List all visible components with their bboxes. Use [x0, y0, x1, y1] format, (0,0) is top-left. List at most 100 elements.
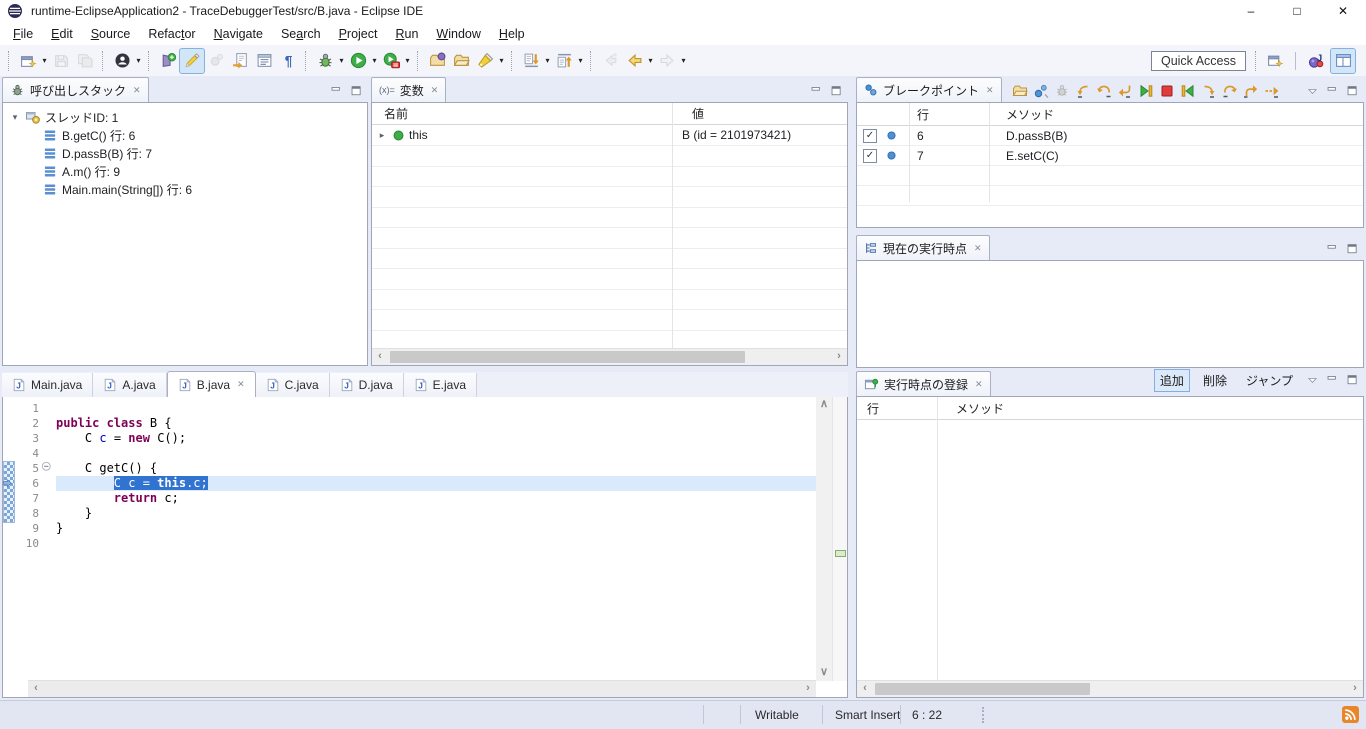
action-ジャンプ[interactable]: ジャンプ	[1240, 369, 1299, 392]
highlighter-button[interactable]	[180, 49, 204, 73]
minimize-view-button[interactable]	[1326, 85, 1339, 98]
horizontal-scrollbar[interactable]: ‹ ›	[857, 680, 1363, 697]
menu-item-search[interactable]: Search	[272, 24, 330, 44]
code-line[interactable]: 6 C c = this.c;	[3, 476, 816, 491]
close-icon[interactable]: ✕	[974, 243, 982, 254]
save-button[interactable]	[49, 49, 73, 73]
code-line[interactable]: 3 C c = new C();	[3, 431, 816, 446]
search-flashlight-button[interactable]	[473, 49, 497, 73]
step-into-button[interactable]	[1201, 83, 1217, 99]
menu-item-refactor[interactable]: Refactor	[139, 24, 204, 44]
breakpoint-checkbox[interactable]: ✓	[863, 149, 877, 163]
scroll-left-icon[interactable]: ‹	[28, 681, 44, 697]
tab-breakpoints[interactable]: ブレークポイント ✕	[856, 77, 1002, 102]
menu-item-navigate[interactable]: Navigate	[205, 24, 272, 44]
dropdown-arrow-icon[interactable]: ▾	[134, 56, 143, 65]
back-button[interactable]	[622, 49, 646, 73]
open-folder-button[interactable]	[1012, 83, 1028, 99]
scroll-down-icon[interactable]: ∨	[816, 665, 832, 681]
run-to-line-button[interactable]	[1264, 83, 1280, 99]
java-perspective-button[interactable]: J	[1304, 49, 1328, 73]
scroll-left-icon[interactable]: ‹	[372, 349, 388, 365]
breakpoint-row[interactable]: ✓ 7 E.setC(C)	[857, 146, 1363, 166]
dropdown-arrow-icon[interactable]: ▾	[543, 56, 552, 65]
code-line[interactable]: 1	[3, 401, 816, 416]
editor-tab-C.java[interactable]: J C.java	[256, 373, 330, 397]
tab-variables[interactable]: (x)= 変数 ✕	[371, 77, 446, 102]
open-declaration-button[interactable]	[228, 49, 252, 73]
scroll-right-icon[interactable]: ›	[1347, 681, 1363, 697]
overview-marker[interactable]	[835, 550, 846, 557]
menu-item-window[interactable]: Window	[427, 24, 489, 44]
new-wizard-button[interactable]	[16, 49, 40, 73]
show-whitespace-button[interactable]: ¶	[276, 49, 300, 73]
bug-disabled-button[interactable]	[1054, 83, 1070, 99]
quick-access-input[interactable]: Quick Access	[1151, 51, 1246, 71]
minimize-view-button[interactable]	[1326, 374, 1339, 387]
run-external-button[interactable]	[379, 49, 403, 73]
variable-row[interactable]: ▸ this B (id = 2101973421)	[372, 125, 847, 146]
code-line[interactable]: 5 C getC() {	[3, 461, 816, 476]
code-line[interactable]: 8 }	[3, 506, 816, 521]
step-back-over-button[interactable]	[1096, 83, 1112, 99]
stack-frame[interactable]: Main.main(String[]) 行: 6	[9, 180, 367, 198]
step-over-button[interactable]	[1222, 83, 1238, 99]
reverse-resume-button[interactable]	[1138, 83, 1154, 99]
feed-icon[interactable]	[1342, 706, 1359, 723]
minimize-view-button[interactable]	[810, 85, 823, 98]
next-annotation-button[interactable]	[519, 49, 543, 73]
stack-frame[interactable]: B.getC() 行: 6	[9, 126, 367, 144]
scrollbar-thumb[interactable]	[390, 351, 745, 363]
editor-tab-Main.java[interactable]: J Main.java	[2, 373, 93, 397]
close-icon[interactable]: ✕	[431, 85, 439, 96]
editor-tab-B.java[interactable]: J B.java ✕	[167, 371, 256, 397]
maximize-view-button[interactable]	[1346, 85, 1359, 98]
code-area[interactable]: 1 2 public class B { 3 C c = new C(); 4 …	[3, 397, 816, 681]
minimize-view-button[interactable]	[330, 85, 343, 98]
toggle-mark-button[interactable]	[204, 49, 228, 73]
tab-registered-points[interactable]: 実行時点の登録 ✕	[856, 371, 991, 396]
code-line[interactable]: 2 public class B {	[3, 416, 816, 431]
dropdown-arrow-icon[interactable]: ▾	[403, 56, 412, 65]
editor-tab-A.java[interactable]: J A.java	[93, 373, 166, 397]
scroll-right-icon[interactable]: ›	[831, 349, 847, 365]
save-all-button[interactable]	[73, 49, 97, 73]
action-削除[interactable]: 削除	[1197, 369, 1233, 392]
debug-button[interactable]	[313, 49, 337, 73]
scrollbar-thumb[interactable]	[875, 683, 1090, 695]
maximize-view-button[interactable]	[830, 85, 843, 98]
breakpoint-checkbox[interactable]: ✓	[863, 129, 877, 143]
dropdown-arrow-icon[interactable]: ▾	[337, 56, 346, 65]
expander-icon[interactable]: ▾	[9, 112, 21, 123]
scroll-left-icon[interactable]: ‹	[857, 681, 873, 697]
scroll-up-icon[interactable]: ∧	[816, 397, 832, 413]
menu-item-help[interactable]: Help	[490, 24, 534, 44]
maximize-view-button[interactable]	[1346, 374, 1359, 387]
horizontal-scrollbar[interactable]: ‹ ›	[372, 348, 847, 365]
maximize-view-button[interactable]	[1346, 243, 1359, 256]
step-back-return-button[interactable]	[1117, 83, 1133, 99]
dropdown-arrow-icon[interactable]: ▾	[646, 56, 655, 65]
variables-header[interactable]: 名前 値	[372, 103, 847, 125]
close-icon[interactable]: ✕	[986, 85, 994, 96]
menu-item-edit[interactable]: Edit	[42, 24, 82, 44]
code-line[interactable]: 9 }	[3, 521, 816, 536]
run-button[interactable]	[346, 49, 370, 73]
registered-header[interactable]: 行 メソッド	[857, 397, 1363, 420]
forward-button[interactable]	[655, 49, 679, 73]
horizontal-scrollbar[interactable]: ‹ ›	[28, 680, 816, 697]
code-line[interactable]: 7 return c;	[3, 491, 816, 506]
view-menu-icon[interactable]	[1306, 374, 1319, 387]
tab-current-point[interactable]: 現在の実行時点 ✕	[856, 235, 990, 260]
step-return-button[interactable]	[1243, 83, 1259, 99]
code-line[interactable]: 4	[3, 446, 816, 461]
vertical-scrollbar[interactable]: ∧ ∨	[816, 397, 833, 681]
minimize-view-button[interactable]	[1326, 243, 1339, 256]
terminate-button[interactable]	[1159, 83, 1175, 99]
editor-tab-D.java[interactable]: J D.java	[330, 373, 404, 397]
stack-frame[interactable]: A.m() 行: 9	[9, 162, 367, 180]
menu-item-source[interactable]: Source	[82, 24, 140, 44]
dropdown-arrow-icon[interactable]: ▾	[497, 56, 506, 65]
view-menu-icon[interactable]	[1306, 85, 1319, 98]
thread-node[interactable]: ▾ スレッドID: 1	[9, 108, 367, 126]
